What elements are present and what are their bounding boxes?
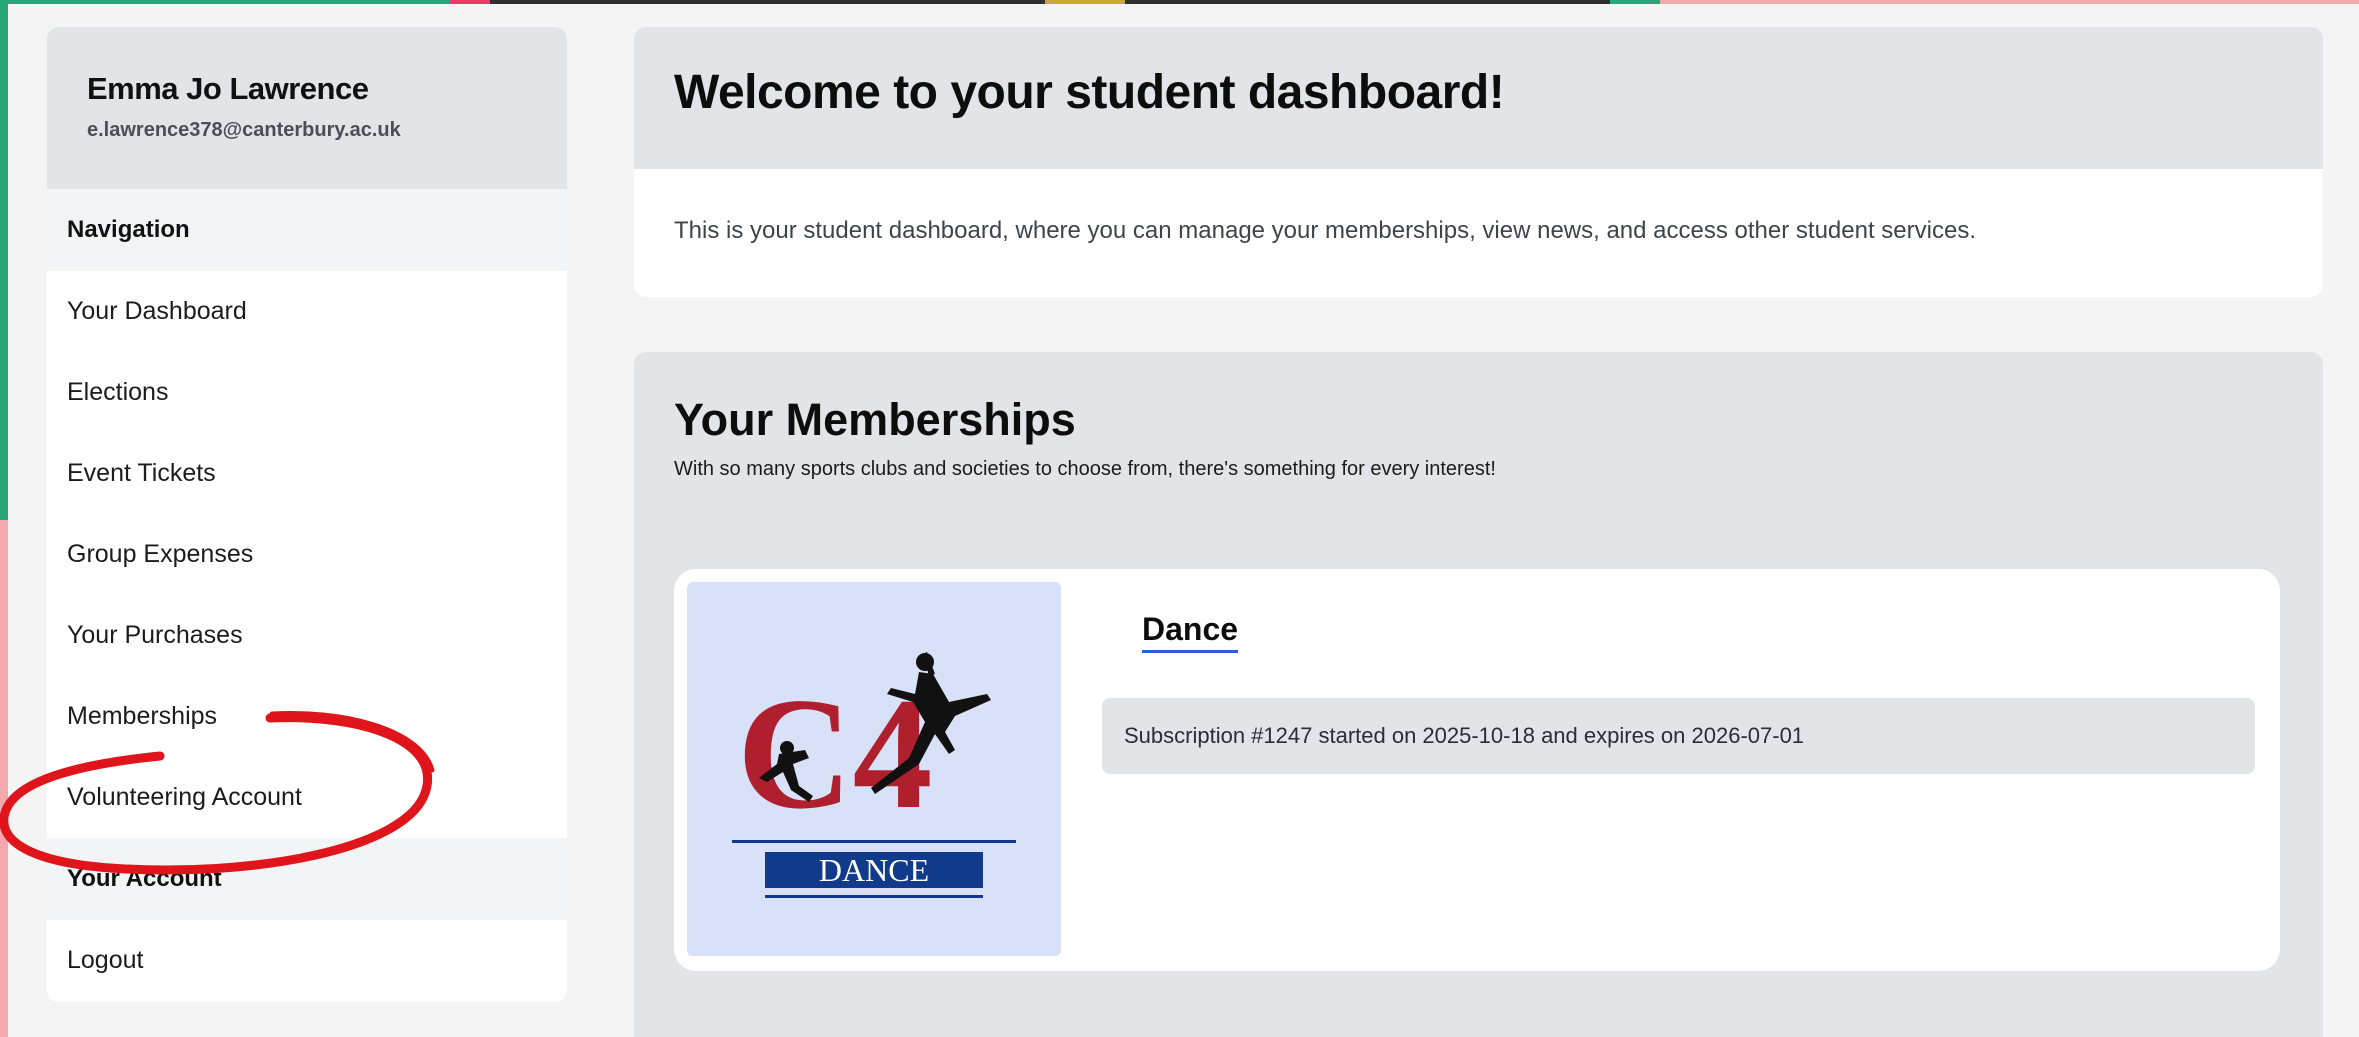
sidebar-item-elections[interactable]: Elections: [47, 352, 567, 433]
sidebar-item-group-expenses[interactable]: Group Expenses: [47, 514, 567, 595]
memberships-title: Your Memberships: [674, 394, 1076, 445]
club-logo: C4 DANCE: [687, 582, 1061, 956]
user-email: e.lawrence378@canterbury.ac.uk: [87, 119, 401, 141]
top-accent-gold: [1045, 0, 1125, 4]
welcome-header: Welcome to your student dashboard!: [634, 27, 2323, 169]
user-card: Emma Jo Lawrence e.lawrence378@canterbur…: [47, 27, 567, 189]
sidebar-item-event-tickets[interactable]: Event Tickets: [47, 433, 567, 514]
club-name-link[interactable]: Dance: [1142, 611, 1239, 653]
account-heading: Your Account: [47, 838, 567, 920]
club-logo-graphic: C4 DANCE: [732, 652, 1016, 898]
top-accent-rose: [1660, 0, 2359, 4]
membership-item: C4 DANCE Dance Subscription #1247 starte…: [674, 569, 2280, 971]
sidebar: Emma Jo Lawrence e.lawrence378@canterbur…: [47, 27, 567, 1002]
sidebar-item-logout[interactable]: Logout: [47, 920, 567, 1001]
top-accent-pink: [450, 0, 490, 4]
club-logo-banner-text: DANCE: [819, 852, 929, 888]
top-accent-green: [0, 0, 450, 4]
welcome-description: This is your student dashboard, where yo…: [674, 217, 1976, 244]
navigation-heading: Navigation: [47, 189, 567, 271]
left-accent-green: [0, 0, 8, 520]
memberships-header: Your Memberships With so many sports clu…: [634, 352, 2323, 530]
top-accent-green-2: [1610, 0, 1660, 4]
club-logo-wordmark: C4: [737, 664, 933, 842]
sidebar-item-volunteering-account[interactable]: Volunteering Account: [47, 757, 567, 838]
sidebar-item-memberships[interactable]: Memberships: [47, 676, 567, 757]
page-title: Welcome to your student dashboard!: [674, 66, 1505, 119]
sidebar-item-your-dashboard[interactable]: Your Dashboard: [47, 271, 567, 352]
user-name: Emma Jo Lawrence: [87, 71, 369, 106]
memberships-card: Your Memberships With so many sports clu…: [634, 352, 2323, 1037]
subscription-info: Subscription #1247 started on 2025-10-18…: [1102, 698, 2255, 774]
left-accent-rose: [0, 520, 8, 1037]
sidebar-item-your-purchases[interactable]: Your Purchases: [47, 595, 567, 676]
memberships-subtitle: With so many sports clubs and societies …: [674, 458, 1496, 480]
welcome-card: Welcome to your student dashboard! This …: [634, 27, 2323, 297]
